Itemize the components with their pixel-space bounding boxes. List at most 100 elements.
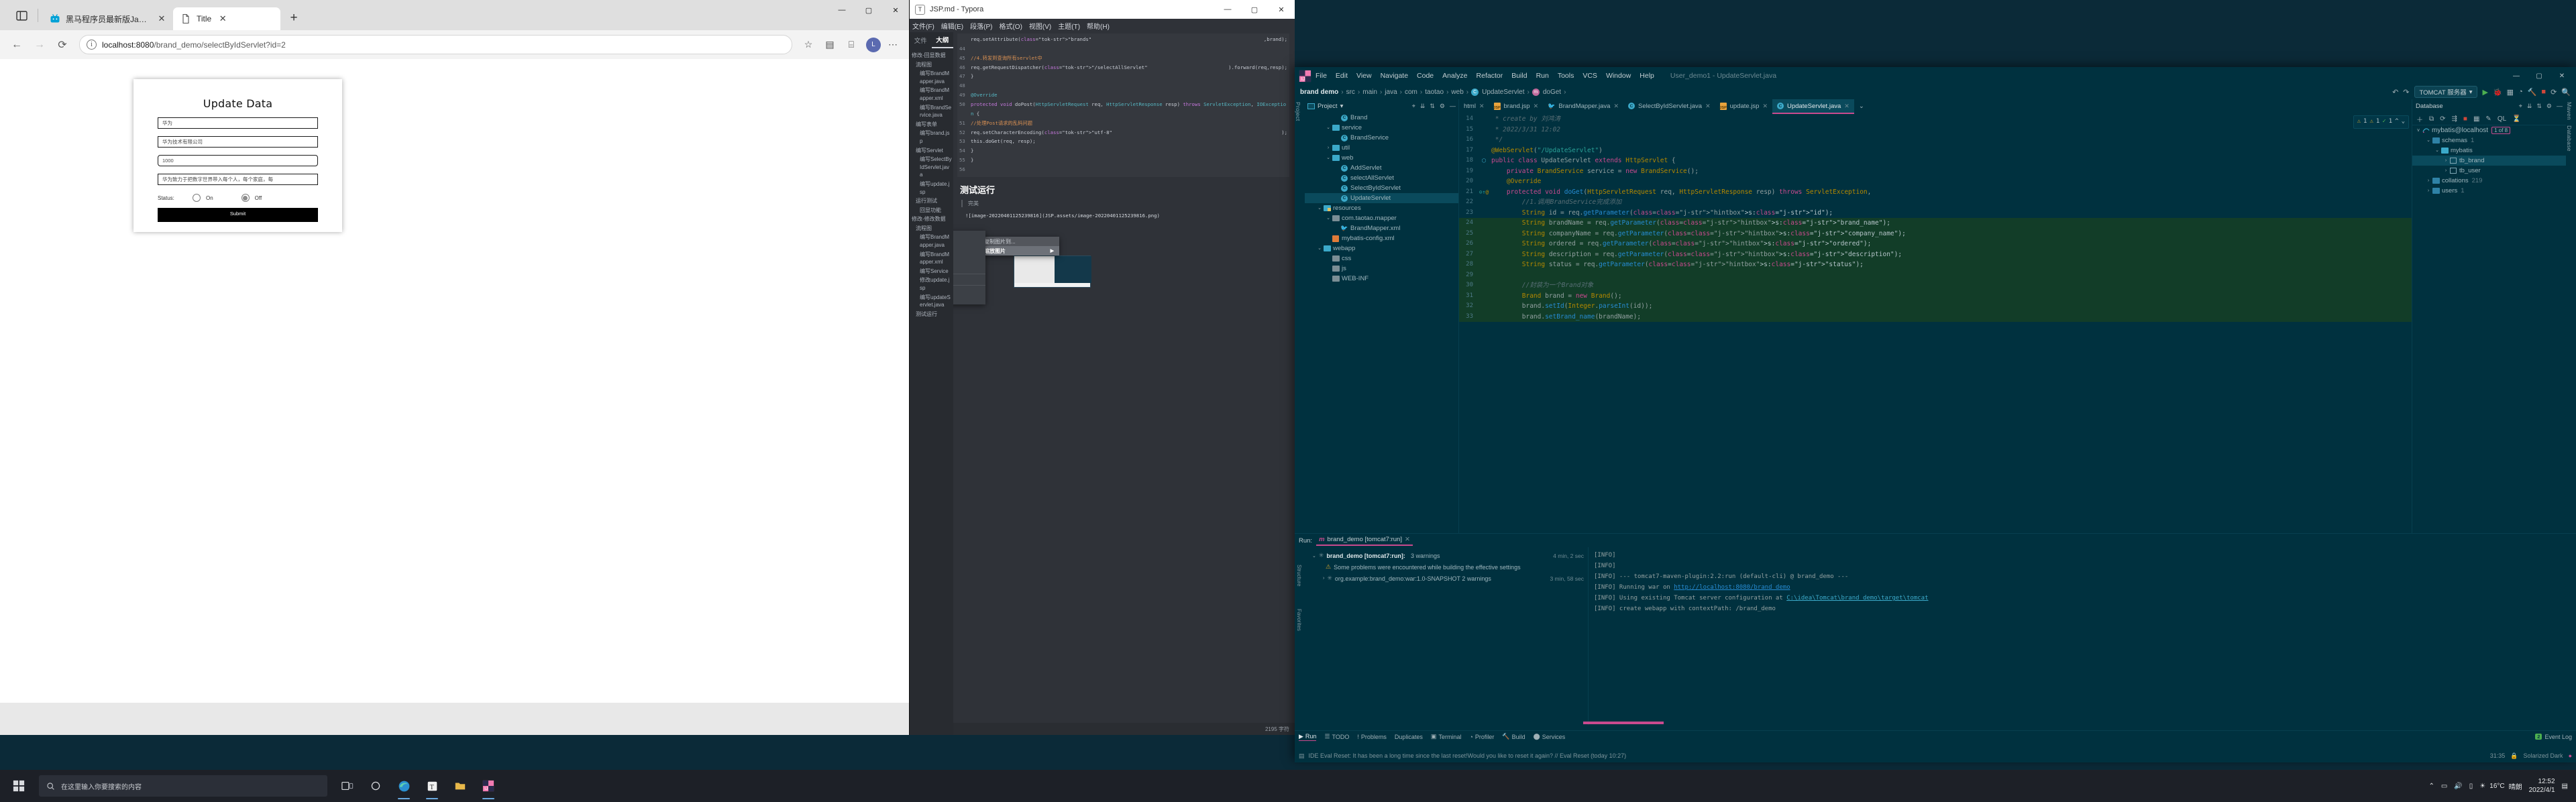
collections-icon[interactable]: ▤	[820, 36, 839, 54]
add-datasource-icon[interactable]: ＋	[2416, 114, 2423, 124]
chevron-right-icon[interactable]: ›	[2443, 156, 2449, 166]
chevron-right-icon[interactable]: ›	[1323, 576, 1324, 581]
run-tab[interactable]: m brand_demo [tomcat7:run] ✕	[1316, 536, 1413, 546]
browser-tab-1[interactable]: Title ✕	[173, 7, 280, 30]
close-icon[interactable]: ✕	[217, 13, 229, 25]
extensions-icon[interactable]: ⌸	[842, 36, 861, 54]
chevron-right-icon[interactable]: ›	[2425, 176, 2432, 186]
typora-editor[interactable]: req.setAttribute(class="tok-str">"brands…	[953, 32, 1295, 735]
new-tab-button[interactable]: +	[284, 9, 303, 27]
project-tree-item[interactable]: C Brand	[1305, 113, 1458, 123]
run-log-link[interactable]: http://localhost:8080/brand_demo	[1674, 584, 1790, 591]
zoom-option[interactable]: 25%	[953, 232, 985, 240]
outline-item[interactable]: 编写updateServlet.java	[911, 293, 952, 310]
breadcrumb-main[interactable]: main	[1362, 89, 1377, 96]
menu-build[interactable]: Build	[1511, 72, 1527, 80]
edge-icon[interactable]	[390, 771, 417, 801]
outline-item[interactable]: 编写Servlet	[911, 146, 952, 156]
project-tree-item[interactable]: js	[1305, 264, 1458, 274]
event-log-button[interactable]: 2 Event Log	[2535, 734, 2572, 740]
menu-view[interactable]: View	[1356, 72, 1372, 80]
tool-window-button[interactable]: 🔨 Build	[1502, 733, 1525, 740]
rail-project-label[interactable]: Project	[1295, 99, 1301, 124]
chevron-up-icon[interactable]: ⌃	[2428, 783, 2434, 790]
gutter-marker[interactable]: ⊙↑ @	[1477, 187, 1491, 198]
project-tree-item[interactable]: ⌄ resources	[1305, 203, 1458, 213]
menu-help[interactable]: 帮助(H)	[1087, 21, 1110, 31]
menu-edit[interactable]: Edit	[1336, 72, 1348, 80]
editor-tab[interactable]: 🐦 BrandMapper.java ✕	[1543, 99, 1623, 114]
outline-item[interactable]: 编写表单	[911, 120, 952, 129]
zoom-option[interactable]: 50%	[953, 248, 985, 256]
minimize-button[interactable]: ―	[2505, 67, 2528, 84]
notification-center-icon[interactable]: ▤	[2562, 783, 2568, 790]
tool-window-button[interactable]: ▶ Run	[1299, 733, 1317, 741]
project-tree-item[interactable]: C BrandService	[1305, 133, 1458, 143]
hide-icon[interactable]: ―	[1450, 103, 1456, 110]
tool-window-button[interactable]: ⬤ Services	[1534, 733, 1566, 740]
run-tree-item[interactable]: ⌄ ✳ brand_demo [tomcat7:run]: 3 warnings 4 m…	[1308, 550, 1588, 561]
forward-button[interactable]: →	[30, 35, 50, 55]
outline-item[interactable]: 运行测试	[911, 196, 952, 206]
outline-item[interactable]: 编写SelectByIdServlet.java	[911, 155, 952, 180]
maximize-button[interactable]: ▢	[2528, 67, 2551, 84]
tool-window-button[interactable]: ☰ TODO	[1324, 733, 1349, 740]
expand-all-icon[interactable]: ⇊	[2527, 103, 2532, 110]
project-tree-item[interactable]: C SelectByIdServlet	[1305, 183, 1458, 193]
chevron-right-icon[interactable]: ›	[1325, 143, 1332, 153]
editor-tab[interactable]: C UpdateServlet.java ✕	[1772, 99, 1854, 114]
submit-button[interactable]: Submit	[158, 208, 318, 219]
chevron-down-icon[interactable]: ⌄	[1325, 213, 1332, 223]
sync-icon[interactable]: ⇶	[2452, 115, 2457, 123]
chevron-up-icon[interactable]: ^	[2395, 117, 2398, 127]
outline-item[interactable]: 修改-修改数据	[911, 215, 952, 224]
zoom-option[interactable]: 33%	[953, 240, 985, 248]
rail-maven-label[interactable]: Maven	[2566, 99, 2573, 123]
explorer-icon[interactable]	[447, 771, 474, 801]
project-tree-item[interactable]: ⌄ com.taotao.mapper	[1305, 213, 1458, 223]
address-bar[interactable]: i localhost:8080/brand_demo/selectByIdSe…	[79, 35, 792, 54]
tab-files[interactable]: 文件	[910, 32, 932, 48]
tool-window-button[interactable]: ▣ Terminal	[1431, 733, 1462, 740]
chevron-down-icon[interactable]: ⌄	[2402, 117, 2405, 127]
close-icon[interactable]: ✕	[1405, 536, 1410, 543]
build-icon[interactable]: 🔨	[2528, 88, 2537, 97]
chevron-down-icon[interactable]: ⌄	[2425, 135, 2432, 146]
outline-item[interactable]: 编写BrandMapper.xml	[911, 86, 952, 103]
zoom-option[interactable]: 67%	[953, 256, 985, 264]
chevron-down-icon[interactable]: ▾	[1340, 103, 1344, 110]
outline-item[interactable]: 编写BrandMapper.java	[911, 69, 952, 86]
project-tree-item[interactable]: css	[1305, 253, 1458, 264]
project-tree-item[interactable]: ⌄ service	[1305, 123, 1458, 133]
chevron-right-icon[interactable]: ›	[2443, 166, 2449, 176]
locate-icon[interactable]: ⌖	[2519, 103, 2522, 110]
debug-icon[interactable]: 🐞	[2493, 88, 2502, 97]
breadcrumb-com[interactable]: com	[1405, 89, 1417, 96]
stop-icon[interactable]: ■	[2463, 115, 2467, 123]
tool-window-button[interactable]: ◔ Profiler	[1469, 734, 1494, 740]
cortana-icon[interactable]	[362, 771, 389, 801]
close-button[interactable]: ✕	[882, 0, 909, 20]
menu-file[interactable]: 文件(F)	[912, 21, 934, 31]
menu-window[interactable]: Window	[1606, 72, 1631, 80]
profile-icon[interactable]: ◔	[2518, 88, 2523, 96]
hide-icon[interactable]: ―	[2557, 103, 2563, 110]
run-tree-item[interactable]: ⚠ Some problems were encountered while bu…	[1308, 561, 1588, 573]
description-input[interactable]	[158, 174, 318, 185]
notification-icon[interactable]: ●	[2569, 752, 2572, 759]
site-info-icon[interactable]: i	[87, 40, 97, 50]
close-button[interactable]: ✕	[2551, 67, 2573, 84]
coverage-icon[interactable]: ▦	[2507, 88, 2514, 97]
search-icon[interactable]: 🔍	[2561, 88, 2571, 97]
project-tree-item[interactable]: WEB-INF	[1305, 274, 1458, 284]
close-icon[interactable]: ✕	[156, 13, 168, 25]
maximize-button[interactable]: ▢	[1241, 0, 1268, 19]
company-name-input[interactable]	[158, 136, 318, 148]
database-tree-item[interactable]: ⌄ mybatis	[2412, 146, 2566, 156]
zoom-option[interactable]: 100%	[953, 276, 985, 284]
project-tree-item[interactable]: mybatis-config.xml	[1305, 233, 1458, 243]
menu-view[interactable]: 视图(V)	[1029, 21, 1051, 31]
close-icon[interactable]: ✕	[1534, 103, 1539, 110]
tool-window-button[interactable]: ! Problems	[1357, 734, 1387, 740]
breadcrumb-src[interactable]: src	[1346, 89, 1355, 96]
